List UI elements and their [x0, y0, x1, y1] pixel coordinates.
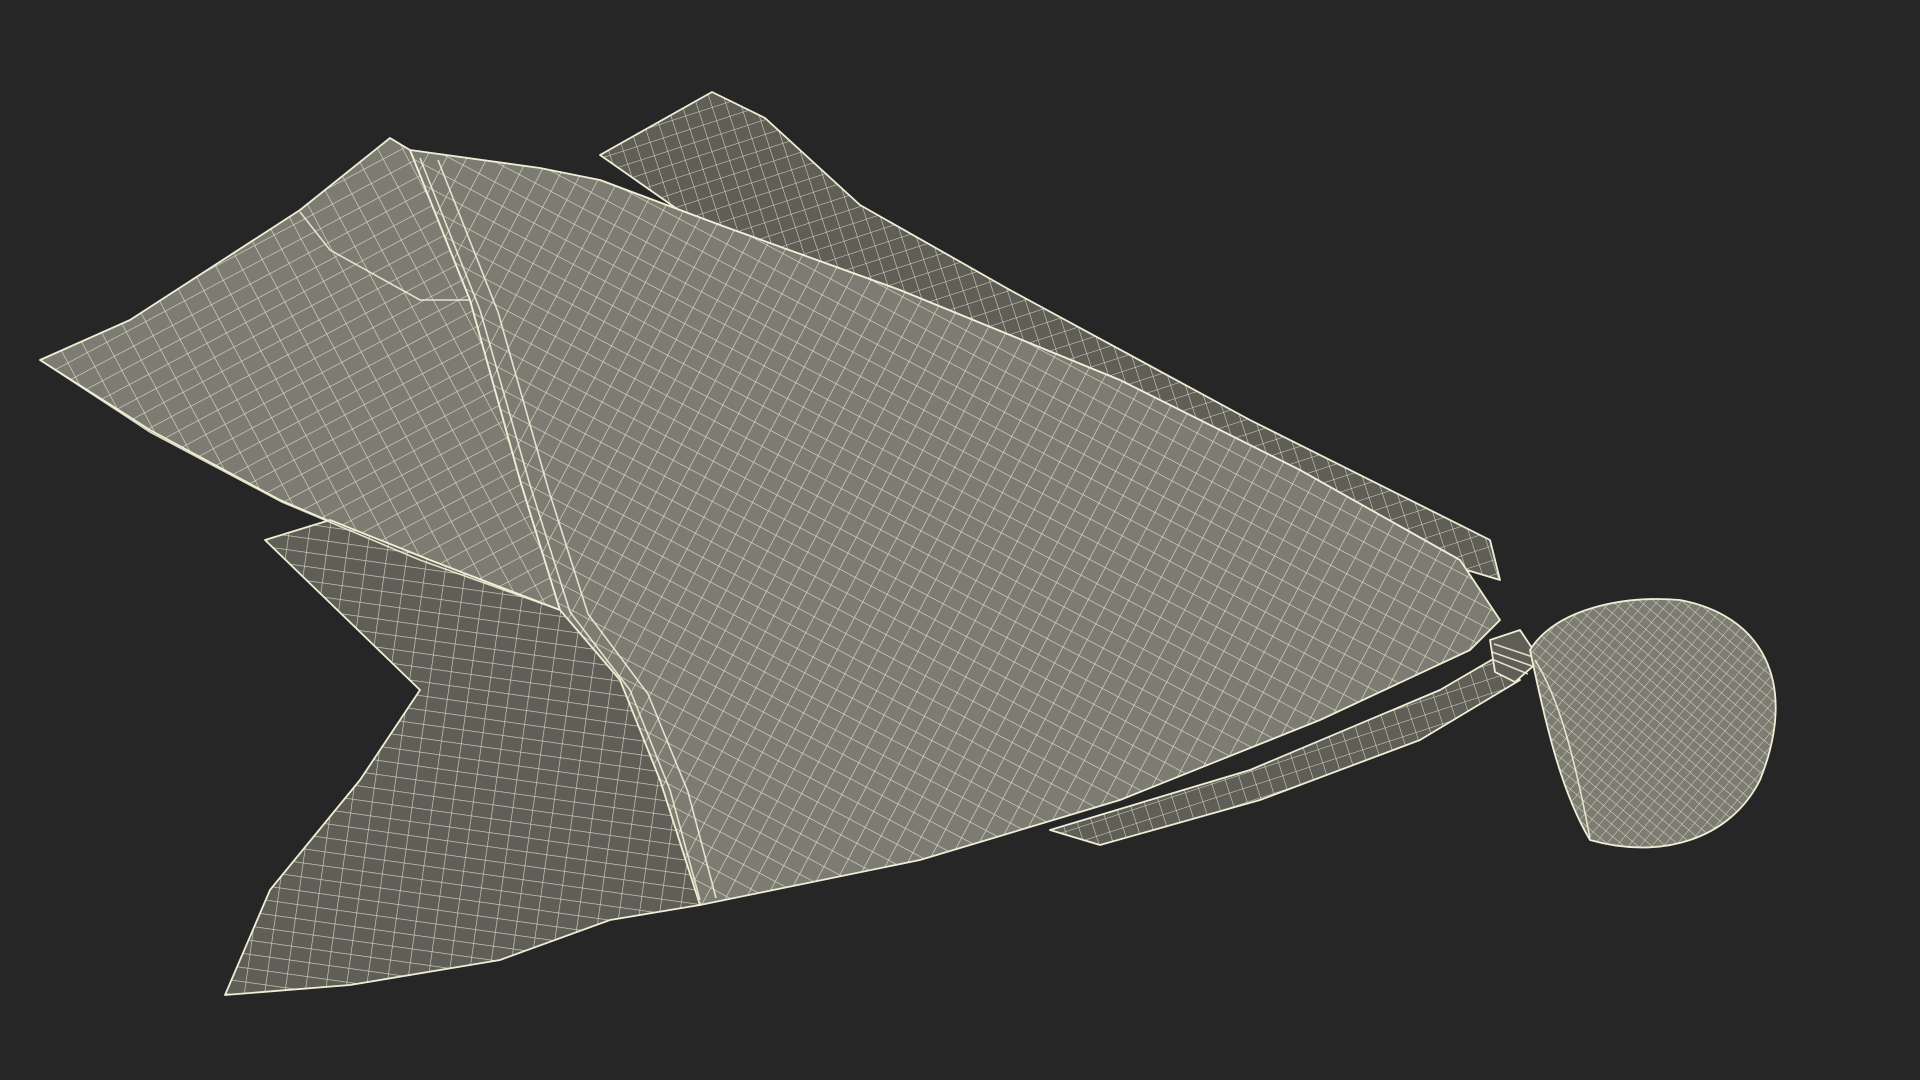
flag-weight-ball	[1529, 598, 1777, 849]
viewport-3d[interactable]	[0, 0, 1920, 1080]
wireframe-model	[39, 91, 1777, 996]
